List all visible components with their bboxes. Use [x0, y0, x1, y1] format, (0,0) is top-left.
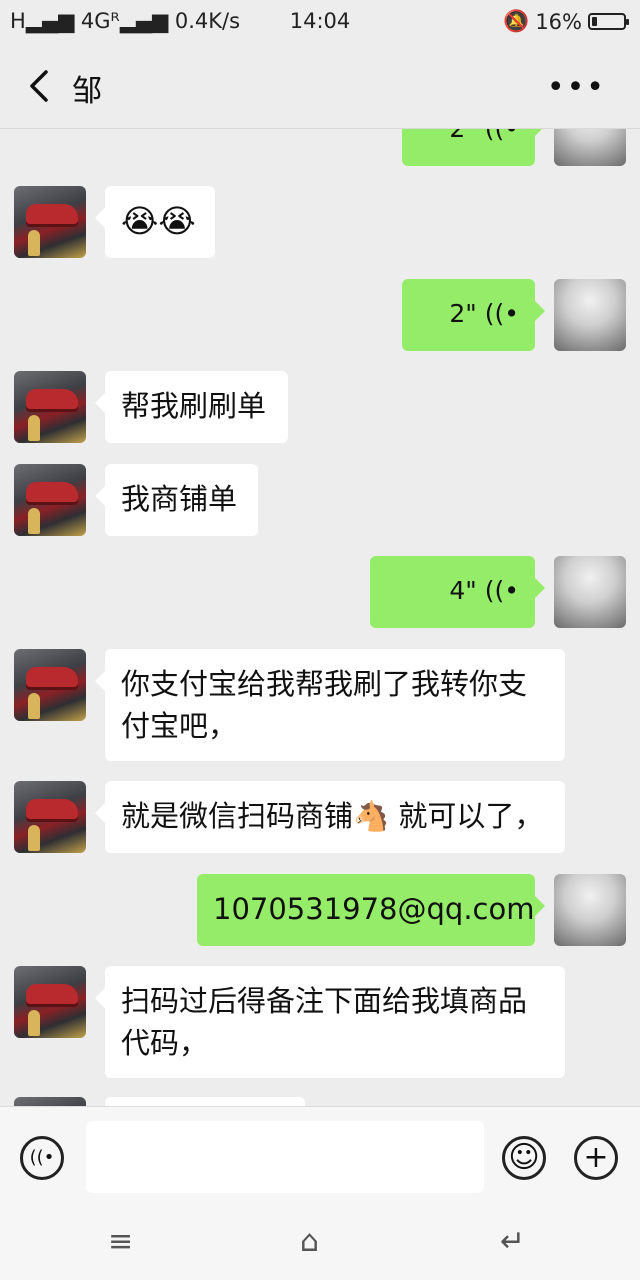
battery-fill — [592, 17, 597, 26]
voice-message[interactable]: 2" ((• — [402, 129, 545, 166]
my-avatar[interactable] — [554, 556, 626, 628]
back-nav-icon[interactable]: ↵ — [500, 1224, 525, 1259]
more-options-icon[interactable]: ••• — [547, 70, 606, 105]
status-right: 🔕 16% — [503, 9, 629, 34]
message-bubble[interactable]: 我商铺单 — [95, 464, 258, 536]
voice-duration: 2" — [449, 129, 476, 143]
voice-message[interactable]: 2" ((• — [402, 279, 545, 351]
my-avatar[interactable] — [554, 874, 626, 946]
message-bubble[interactable]: 你支付宝给我帮我刷了我转你支付宝吧， — [95, 649, 565, 761]
home-icon[interactable]: ⌂ — [300, 1224, 319, 1259]
battery-percent: 16% — [535, 9, 582, 34]
contact-avatar[interactable] — [14, 186, 86, 258]
back-chevron-icon[interactable] — [22, 66, 56, 106]
message-input[interactable] — [86, 1121, 484, 1193]
voice-wave-icon: ((• — [484, 299, 519, 328]
my-avatar[interactable] — [554, 129, 626, 166]
emoji-button[interactable]: ☺ — [502, 1136, 546, 1180]
plus-button[interactable]: + — [574, 1136, 618, 1180]
voice-wave-icon: ((• — [485, 129, 519, 143]
message-bubble[interactable]: 就是微信扫码商铺🐴 就可以了， — [95, 781, 565, 853]
menu-icon[interactable]: ≡ — [108, 1224, 133, 1259]
contact-avatar[interactable] — [14, 371, 86, 443]
message-bubble[interactable]: 😭😭 — [95, 186, 215, 258]
input-bar: ((• ☺ + — [0, 1106, 640, 1207]
contact-avatar[interactable] — [14, 966, 86, 1038]
contact-avatar[interactable] — [14, 781, 86, 853]
system-nav-bar: ≡ ⌂ ↵ — [0, 1206, 640, 1280]
voice-duration: 4" — [449, 576, 477, 605]
voice-message[interactable]: 4" ((• — [370, 556, 545, 628]
voice-input-button[interactable]: ((• — [20, 1136, 64, 1180]
chat-title: 邹 — [72, 74, 102, 109]
status-bar: H▂▄▆ 4Gᴿ▂▄▆ 0.4K/s 14:04 🔕 16% — [0, 0, 640, 44]
message-bubble[interactable]: 1070531978@qq.com — [197, 874, 545, 946]
message-bubble[interactable]: 扫码过后得备注下面给我填商品代码， — [95, 966, 565, 1078]
voice-wave-icon: ((• — [484, 576, 519, 605]
chat-header: 邹 ••• — [0, 44, 640, 129]
my-avatar[interactable] — [554, 279, 626, 351]
message-bubble[interactable] — [105, 1097, 305, 1106]
contact-avatar[interactable] — [14, 464, 86, 536]
message-bubble[interactable]: 帮我刷刷单 — [95, 371, 288, 443]
message-list: 2" ((• 😭😭 2" ((• 帮我刷刷单 我商铺单 4" ((• 你支付宝给… — [0, 129, 640, 1106]
voice-duration: 2" — [449, 299, 477, 328]
contact-avatar[interactable] — [14, 649, 86, 721]
battery-icon — [588, 13, 629, 30]
notification-off-icon: 🔕 — [503, 9, 530, 33]
contact-avatar[interactable] — [14, 1097, 86, 1106]
